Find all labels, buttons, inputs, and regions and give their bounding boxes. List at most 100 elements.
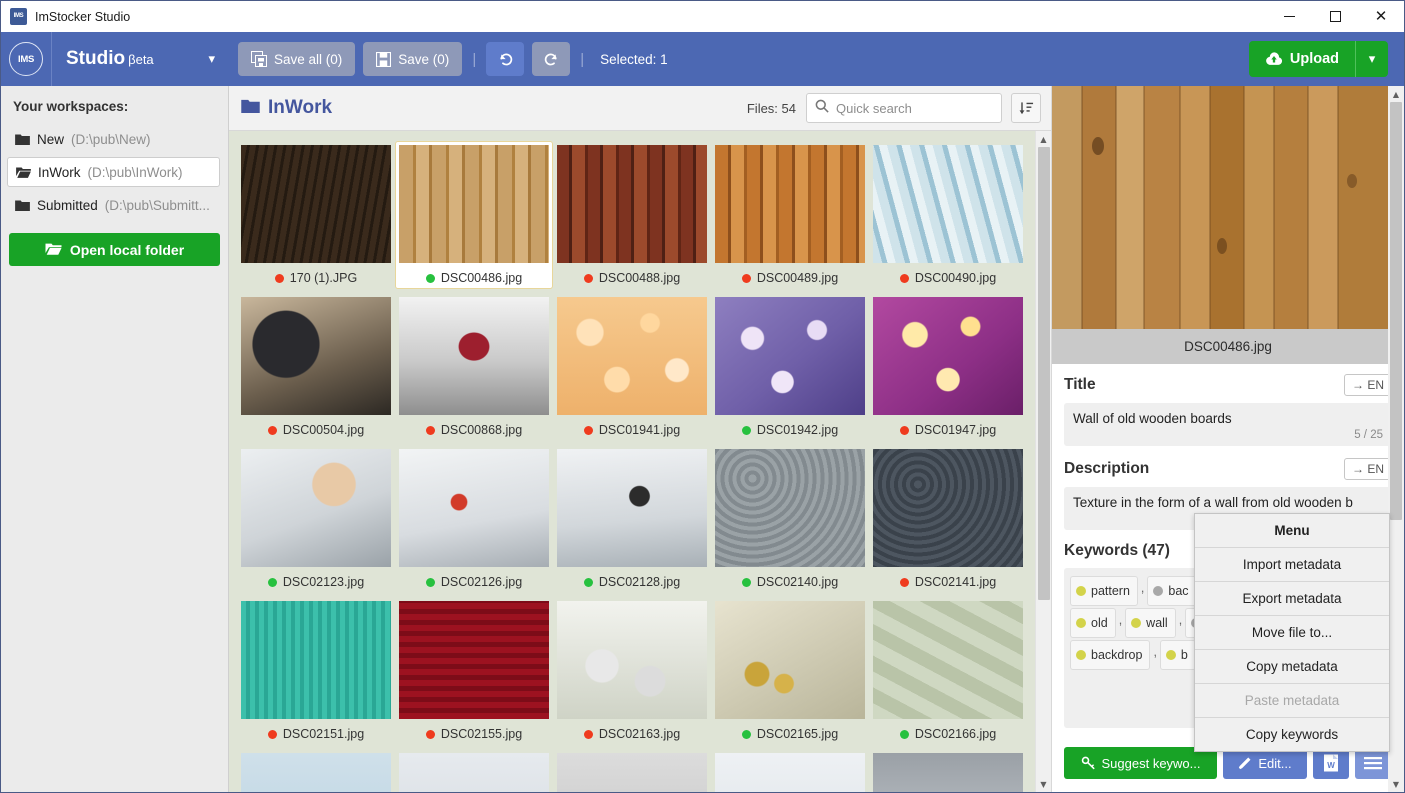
- sort-button[interactable]: [1011, 93, 1041, 123]
- keyword-chip[interactable]: pattern: [1070, 576, 1138, 606]
- thumbnail-image[interactable]: [399, 753, 549, 792]
- thumbnail-image[interactable]: [241, 601, 391, 719]
- thumbnail-cell[interactable]: DSC02126.jpg: [395, 445, 553, 593]
- thumbnail-caption: DSC02155.jpg: [425, 727, 522, 741]
- context-menu-item[interactable]: Export metadata: [1195, 582, 1389, 616]
- thumbnail-image[interactable]: [399, 297, 549, 415]
- thumbnail-cell[interactable]: DSC02128.jpg: [553, 445, 711, 593]
- thumbnail-cell[interactable]: DSC00490.jpg: [869, 141, 1027, 289]
- thumbnail-cell[interactable]: DSC02165.jpg: [711, 597, 869, 745]
- context-menu-item[interactable]: Import metadata: [1195, 548, 1389, 582]
- brand-area[interactable]: IMS Studio βeta ▾: [1, 32, 229, 86]
- open-local-folder-button[interactable]: Open local folder: [9, 233, 220, 266]
- keyword-chip[interactable]: bac: [1147, 576, 1197, 606]
- context-menu[interactable]: Menu Import metadata Export metadata Move …: [1194, 513, 1390, 752]
- thumbnail-image[interactable]: [715, 753, 865, 792]
- grid-scroll-track[interactable]: [1036, 147, 1051, 776]
- metadata-scroll-track[interactable]: [1388, 102, 1404, 776]
- scroll-up-icon[interactable]: ▲: [1388, 86, 1404, 102]
- thumbnail-cell[interactable]: DSC02163.jpg: [553, 597, 711, 745]
- thumbnail-image[interactable]: [873, 145, 1023, 263]
- metadata-scrollbar[interactable]: ▲ ▼: [1388, 86, 1404, 792]
- thumbnail-cell[interactable]: DSC00868.jpg: [395, 293, 553, 441]
- redo-button[interactable]: [532, 42, 571, 76]
- scroll-down-icon[interactable]: ▼: [1388, 776, 1404, 792]
- thumbnail-cell[interactable]: DSC02140.jpg: [711, 445, 869, 593]
- thumbnail-image[interactable]: [399, 145, 549, 263]
- thumbnail-cell[interactable]: [711, 749, 869, 792]
- thumbnail-filename: DSC02151.jpg: [282, 727, 365, 741]
- context-menu-item[interactable]: Copy metadata: [1195, 650, 1389, 684]
- thumbnail-image[interactable]: [715, 297, 865, 415]
- thumbnail-image[interactable]: [241, 449, 391, 567]
- save-all-button[interactable]: Save all (0): [238, 42, 356, 76]
- thumbnail-image[interactable]: [873, 753, 1023, 792]
- maximize-icon[interactable]: [1312, 1, 1358, 32]
- metadata-scroll-thumb[interactable]: [1390, 102, 1402, 520]
- sidebar-item-inwork[interactable]: InWork (D:\pub\InWork): [7, 157, 220, 187]
- thumbnail-caption: DSC01941.jpg: [583, 423, 680, 437]
- thumbnail-image[interactable]: [715, 601, 865, 719]
- search-input[interactable]: [836, 100, 993, 116]
- thumbnail-image[interactable]: [241, 753, 391, 792]
- sidebar-item-submitted[interactable]: Submitted (D:\pub\Submitt...: [7, 190, 220, 220]
- thumbnail-image[interactable]: [557, 753, 707, 792]
- sidebar-item-new[interactable]: New (D:\pub\New): [7, 124, 220, 154]
- thumbnail-caption: DSC00504.jpg: [267, 423, 364, 437]
- upload-dropdown-button[interactable]: ▾: [1355, 41, 1388, 77]
- thumbnail-image[interactable]: [557, 297, 707, 415]
- scroll-down-icon[interactable]: ▼: [1036, 776, 1051, 792]
- thumbnail-image[interactable]: [241, 297, 391, 415]
- title-translate-button[interactable]: → EN: [1343, 374, 1392, 396]
- thumbnail-cell[interactable]: DSC00504.jpg: [237, 293, 395, 441]
- thumbnail-cell[interactable]: 170 (1).JPG: [237, 141, 395, 289]
- thumbnail-image[interactable]: [399, 449, 549, 567]
- thumbnail-image[interactable]: [557, 145, 707, 263]
- thumbnail-cell[interactable]: DSC01942.jpg: [711, 293, 869, 441]
- thumbnail-image[interactable]: [557, 449, 707, 567]
- grid-scroll-thumb[interactable]: [1038, 147, 1050, 600]
- thumbnail-image[interactable]: [557, 601, 707, 719]
- thumbnail-cell[interactable]: DSC00486.jpg: [395, 141, 553, 289]
- thumbnail-image[interactable]: [399, 601, 549, 719]
- thumbnail-cell[interactable]: [553, 749, 711, 792]
- thumbnail-cell[interactable]: DSC02151.jpg: [237, 597, 395, 745]
- thumbnail-image[interactable]: [873, 297, 1023, 415]
- thumbnail-cell[interactable]: DSC02155.jpg: [395, 597, 553, 745]
- thumbnail-cell[interactable]: DSC01947.jpg: [869, 293, 1027, 441]
- minimize-icon[interactable]: [1266, 1, 1312, 32]
- keyword-chip[interactable]: b: [1159, 640, 1196, 670]
- thumbnail-image[interactable]: [715, 449, 865, 567]
- keyword-chip[interactable]: old: [1070, 608, 1116, 638]
- context-menu-item[interactable]: Move file to...: [1195, 616, 1389, 650]
- workspaces-heading: Your workspaces:: [13, 99, 129, 114]
- thumbnail-cell[interactable]: DSC00489.jpg: [711, 141, 869, 289]
- thumbnail-cell[interactable]: DSC02166.jpg: [869, 597, 1027, 745]
- thumbnail-cell[interactable]: DSC02123.jpg: [237, 445, 395, 593]
- undo-button[interactable]: [486, 42, 525, 76]
- thumbnail-cell[interactable]: DSC01941.jpg: [553, 293, 711, 441]
- thumbnail-cell[interactable]: [869, 749, 1027, 792]
- close-icon[interactable]: ✕: [1358, 1, 1404, 32]
- save-button[interactable]: Save (0): [363, 42, 463, 76]
- upload-button[interactable]: Upload: [1248, 41, 1355, 77]
- grid-scrollbar[interactable]: ▲ ▼: [1035, 131, 1051, 792]
- thumbnail-cell[interactable]: DSC02141.jpg: [869, 445, 1027, 593]
- scroll-up-icon[interactable]: ▲: [1036, 131, 1051, 147]
- thumbnail-grid[interactable]: 170 (1).JPG DSC00486.jpg DSC00488.jpg DSC00…: [229, 131, 1035, 792]
- thumbnail-cell[interactable]: DSC00488.jpg: [553, 141, 711, 289]
- thumbnail-image[interactable]: [873, 601, 1023, 719]
- description-translate-button[interactable]: → EN: [1343, 458, 1392, 480]
- title-field[interactable]: Wall of old wooden boards 5 / 25: [1064, 403, 1392, 446]
- keyword-chip[interactable]: wall: [1125, 608, 1176, 638]
- context-menu-item[interactable]: Copy keywords: [1195, 718, 1389, 751]
- search-box[interactable]: [806, 93, 1002, 123]
- chevron-down-icon[interactable]: ▾: [208, 52, 215, 67]
- thumbnail-image[interactable]: [715, 145, 865, 263]
- title-value: Wall of old wooden boards: [1073, 411, 1232, 426]
- thumbnail-image[interactable]: [873, 449, 1023, 567]
- thumbnail-cell[interactable]: [237, 749, 395, 792]
- keyword-chip[interactable]: backdrop: [1070, 640, 1151, 670]
- thumbnail-cell[interactable]: [395, 749, 553, 792]
- thumbnail-image[interactable]: [241, 145, 391, 263]
